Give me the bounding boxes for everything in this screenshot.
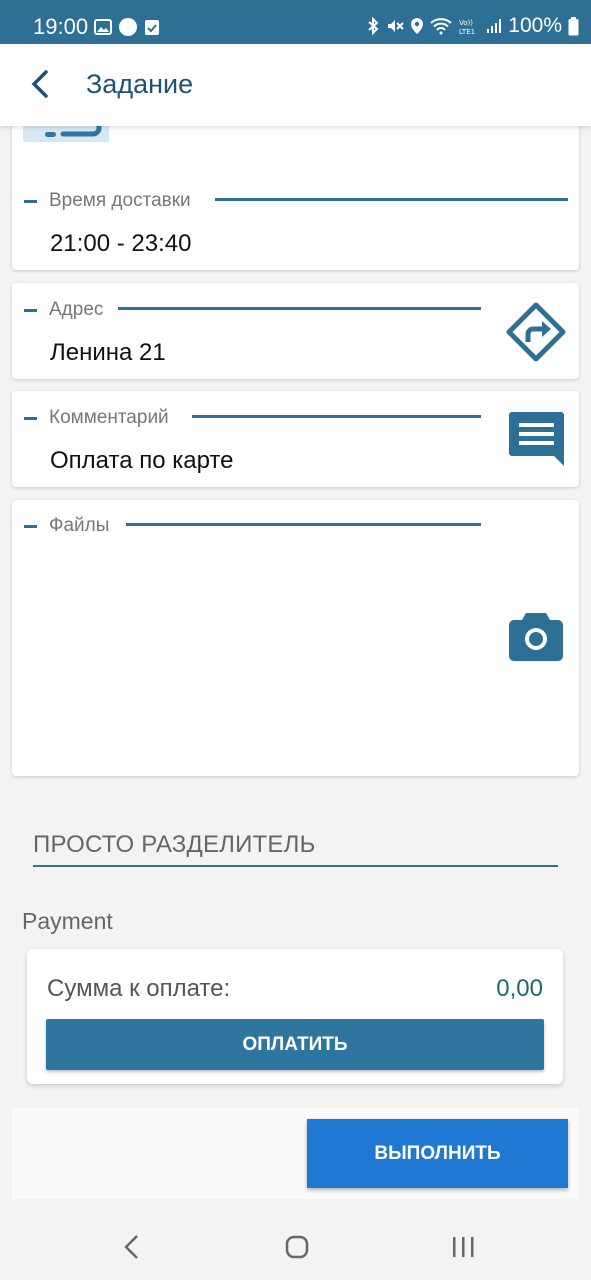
amount-label: Сумма к оплате: [47, 975, 231, 1002]
app-bar: Задание [0, 44, 591, 126]
gallery-icon [94, 19, 112, 35]
separator-title: ПРОСТО РАЗДЕЛИТЕЛЬ [33, 831, 316, 858]
location-icon [411, 18, 424, 34]
comment-card: Комментарий Оплата по карте [12, 391, 579, 487]
system-nav-bar [0, 1210, 591, 1280]
signal-icon [487, 19, 502, 33]
nav-home-icon[interactable] [285, 1235, 309, 1259]
chevron-left-icon[interactable] [24, 66, 60, 102]
volte-icon: Vo))LTE1 [459, 19, 475, 35]
amount-value: 0,00 [496, 975, 543, 1002]
field-underline [192, 415, 481, 418]
label-dash [24, 416, 37, 420]
wifi-icon [430, 18, 452, 35]
status-time: 19:00 [33, 14, 89, 39]
field-underline [118, 307, 481, 310]
svg-text:LTE1: LTE1 [459, 28, 475, 35]
status-bar: 19:00 Vo)) LTE1 100% [0, 0, 591, 44]
execute-button[interactable]: ВЫПОЛНИТЬ [307, 1119, 568, 1188]
check-icon [145, 19, 159, 35]
circle-icon [119, 18, 137, 36]
files-card: Файлы [12, 500, 579, 776]
field-underline [215, 198, 568, 201]
directions-icon[interactable] [506, 302, 566, 362]
field-underline [126, 523, 481, 526]
address-label: Адрес [49, 299, 104, 320]
delivery-time-value: 21:00 - 23:40 [50, 230, 192, 257]
pay-button[interactable]: ОПЛАТИТЬ [46, 1019, 544, 1070]
comment-label: Комментарий [49, 407, 169, 428]
nav-recents-icon[interactable] [450, 1235, 476, 1259]
page-title: Задание [86, 69, 194, 99]
nav-back-icon[interactable] [122, 1234, 142, 1260]
label-dash [24, 199, 37, 203]
svg-text:Vo)): Vo)) [459, 19, 473, 27]
label-dash [24, 524, 37, 528]
camera-icon[interactable] [509, 611, 563, 661]
files-label-row: Файлы [24, 515, 109, 537]
comment-label-row: Комментарий [24, 407, 169, 429]
delivery-time-label: Время доставки [49, 190, 191, 211]
files-label: Файлы [49, 515, 110, 536]
battery-icon [568, 16, 579, 35]
bluetooth-icon [368, 17, 379, 35]
address-label-row: Адрес [24, 299, 103, 321]
label-dash [24, 308, 37, 312]
comment-icon[interactable] [509, 412, 564, 466]
payment-header: Payment [22, 908, 113, 934]
top-card: Время доставки 21:00 - 23:40 [12, 110, 579, 270]
delivery-time-label-row: Время доставки [24, 190, 191, 212]
battery-percent: 100% [508, 14, 562, 37]
comment-value: Оплата по карте [50, 447, 234, 474]
mute-icon [388, 20, 404, 32]
address-value: Ленина 21 [50, 339, 166, 366]
separator-line [33, 865, 558, 867]
address-card: Адрес Ленина 21 [12, 283, 579, 379]
payment-card: Сумма к оплате: 0,00 ОПЛАТИТЬ [27, 949, 563, 1084]
